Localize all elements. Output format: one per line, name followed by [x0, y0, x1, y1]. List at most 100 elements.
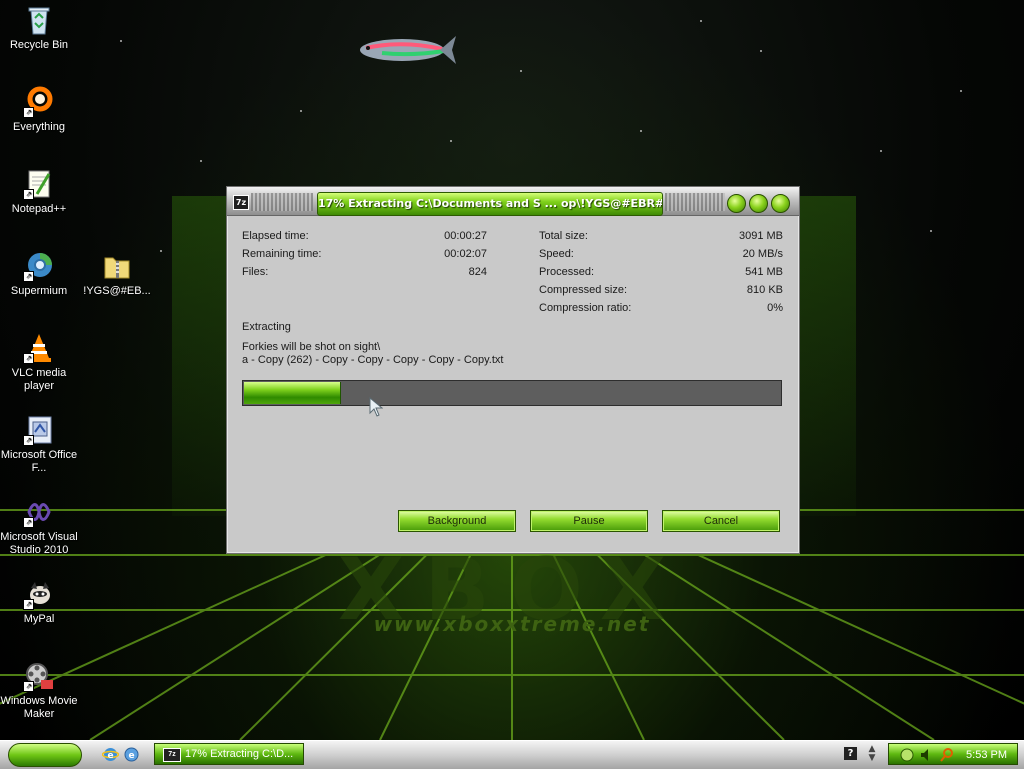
vlc-icon: ↗	[23, 332, 55, 364]
desktop-icon-notepad-plus-plus[interactable]: ↗ Notepad++	[0, 168, 78, 216]
progress-bar-fill	[244, 382, 341, 404]
shortcut-arrow-icon: ↗	[23, 517, 34, 528]
compression-ratio-value: 0%	[767, 302, 783, 314]
shortcut-arrow-icon: ↗	[23, 271, 34, 282]
star	[640, 130, 642, 132]
star	[760, 50, 762, 52]
fish-graphic	[360, 36, 456, 64]
close-button[interactable]	[771, 194, 790, 213]
taskbar-button-label: 17% Extracting C:\D...	[185, 748, 294, 760]
internet-explorer-icon[interactable]: e	[102, 746, 119, 763]
desktop-icon-label: Windows Movie Maker	[0, 695, 78, 720]
star	[300, 110, 302, 112]
processed-label: Processed:	[539, 266, 595, 278]
desktop-icon-vlc[interactable]: ↗ VLC media player	[0, 332, 78, 393]
shortcut-arrow-icon: ↗	[23, 189, 34, 200]
title-bar-decoration	[251, 193, 313, 211]
window-title: 17% Extracting C:\Documents and S ... op…	[317, 192, 663, 216]
title-bar-decoration	[665, 193, 725, 211]
desktop-icon-mypal[interactable]: ↗ MyPal	[0, 578, 78, 626]
shortcut-arrow-icon: ↗	[23, 599, 34, 610]
elapsed-time-value: 00:00:27	[444, 230, 487, 242]
desktop-icon-label: Everything	[13, 121, 65, 133]
notepad-plus-plus-icon: ↗	[23, 168, 55, 200]
compressed-size-value: 810 KB	[746, 284, 783, 296]
svg-text:e: e	[128, 751, 134, 761]
total-size-label: Total size:	[539, 230, 588, 242]
minimize-button[interactable]	[727, 194, 746, 213]
desktop-icon-label: Microsoft Office F...	[0, 449, 78, 474]
movie-maker-icon: ↗	[23, 660, 55, 692]
speed-value: 20 MB/s	[742, 248, 783, 260]
star	[930, 230, 932, 232]
desktop-icon-everything[interactable]: ↗ Everything	[0, 86, 78, 134]
desktop-icon-office[interactable]: ↗ Microsoft Office F...	[0, 414, 78, 475]
office-icon: ↗	[23, 414, 55, 446]
visual-studio-icon: ↗	[23, 496, 55, 528]
show-desktop-icon[interactable]: e	[123, 746, 140, 763]
desktop-icon-label: !YGS@#EB...	[83, 285, 151, 297]
extract-progress-dialog: 7z 17% Extracting C:\Documents and S ...…	[226, 186, 800, 554]
operation-label: Extracting	[242, 321, 291, 333]
wallpaper-panel-right	[798, 196, 856, 516]
compression-ratio-label: Compression ratio:	[539, 302, 632, 314]
title-bar[interactable]: 7z 17% Extracting C:\Documents and S ...…	[227, 187, 799, 216]
star	[700, 20, 702, 22]
current-file-text: a - Copy (262) - Copy - Copy - Copy - Co…	[242, 354, 504, 366]
star	[520, 70, 522, 72]
background-button[interactable]: Background	[398, 510, 516, 532]
desktop-icon-label: Recycle Bin	[9, 39, 69, 51]
star	[200, 160, 202, 162]
start-button[interactable]	[8, 743, 82, 767]
speed-label: Speed:	[539, 248, 574, 260]
files-label: Files:	[242, 266, 269, 278]
desktop-icon-label: Supermium	[10, 285, 68, 297]
mouse-cursor-icon	[369, 397, 383, 417]
desktop-icon-label: MyPal	[23, 613, 55, 625]
remaining-time-label: Remaining time:	[242, 248, 322, 260]
processed-value: 541 MB	[745, 266, 783, 278]
tray-expand-icon[interactable]: ▲ ▼	[866, 745, 878, 763]
supermium-icon: ↗	[23, 250, 55, 282]
star	[880, 150, 882, 152]
star	[120, 40, 122, 42]
maximize-button[interactable]	[749, 194, 768, 213]
compressed-size-label: Compressed size:	[539, 284, 628, 296]
wallpaper-url-text: www.xboxxtreme.net	[373, 612, 651, 636]
files-value: 824	[468, 266, 487, 278]
star	[960, 90, 962, 92]
everything-icon: ↗	[23, 86, 55, 118]
desktop-icon-zip-file[interactable]: !YGS@#EB...	[78, 250, 156, 298]
desktop-icon-visual-studio[interactable]: ↗ Microsoft Visual Studio 2010	[0, 496, 78, 557]
system-tray: 5:53 PM	[888, 743, 1018, 765]
remaining-time-value: 00:02:07	[444, 248, 487, 260]
7zip-app-icon[interactable]: 7z	[233, 195, 249, 210]
desktop-icon-label: VLC media player	[11, 367, 67, 392]
search-icon[interactable]	[939, 747, 955, 763]
progress-bar	[242, 380, 782, 406]
recycle-bin-icon	[23, 4, 55, 36]
taskbar-button-7zip[interactable]: 7z 17% Extracting C:\D...	[154, 743, 304, 765]
speaker-icon[interactable]	[919, 747, 935, 763]
shortcut-arrow-icon: ↗	[23, 435, 34, 446]
desktop-icon-label: Notepad++	[11, 203, 67, 215]
wallpaper-panel-left	[172, 196, 228, 516]
current-path-text: Forkies will be shot on sight\	[242, 341, 381, 353]
network-icon[interactable]	[899, 747, 915, 763]
help-icon[interactable]: ?	[844, 747, 857, 760]
taskbar: e e 7z 17% Extracting C:\D... ? ▲ ▼ 5:53 …	[0, 740, 1024, 769]
star	[160, 250, 162, 252]
pause-button[interactable]: Pause	[530, 510, 648, 532]
shortcut-arrow-icon: ↗	[23, 681, 34, 692]
7zip-taskbar-icon: 7z	[163, 748, 181, 762]
desktop-icon-supermium[interactable]: ↗ Supermium	[0, 250, 78, 298]
clock[interactable]: 5:53 PM	[966, 744, 1007, 766]
shortcut-arrow-icon: ↗	[23, 107, 34, 118]
total-size-value: 3091 MB	[738, 230, 783, 242]
svg-text:e: e	[107, 751, 113, 761]
cancel-button[interactable]: Cancel	[662, 510, 780, 532]
desktop-icon-movie-maker[interactable]: ↗ Windows Movie Maker	[0, 660, 78, 721]
desktop-icon-label: Microsoft Visual Studio 2010	[0, 531, 78, 556]
desktop-icon-recycle-bin[interactable]: Recycle Bin	[0, 4, 78, 52]
star	[450, 140, 452, 142]
